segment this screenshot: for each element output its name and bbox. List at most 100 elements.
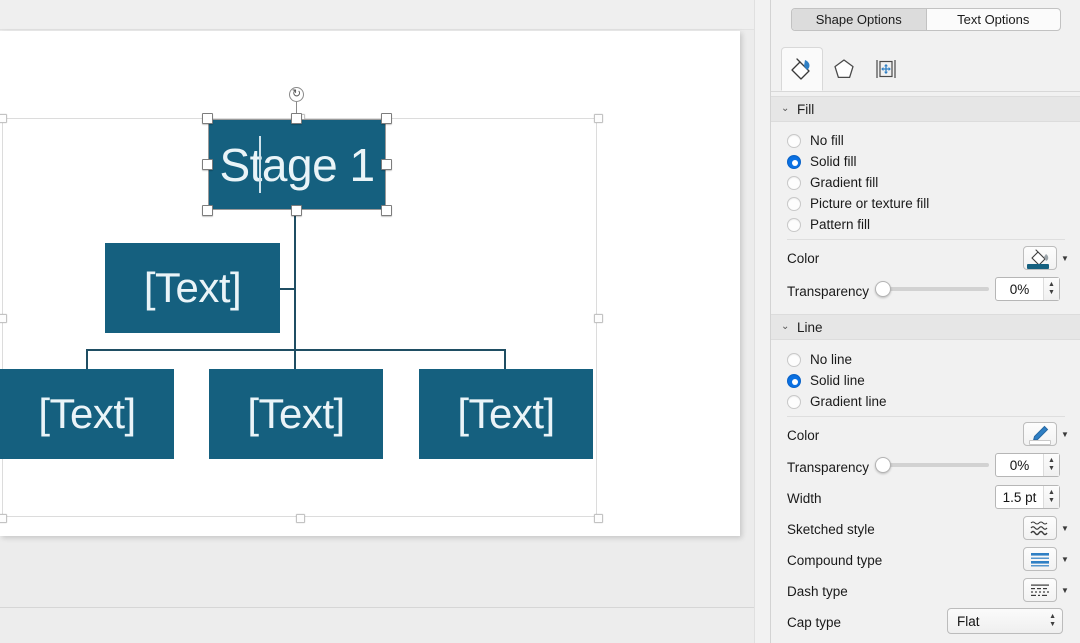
diagram-node-level3-text-1[interactable]: [Text] bbox=[0, 369, 174, 459]
tab-label: Shape Options bbox=[815, 11, 902, 27]
line-transparency-spinbox[interactable]: 0% ▲ ▼ bbox=[995, 453, 1060, 477]
radio-button[interactable] bbox=[787, 373, 801, 388]
rotate-icon[interactable]: ↻ bbox=[289, 87, 304, 102]
line-option-no-line[interactable]: No line bbox=[771, 349, 1080, 370]
option-label: Solid line bbox=[810, 373, 865, 388]
tab-label: Text Options bbox=[957, 11, 1030, 27]
fill-option-pattern-fill[interactable]: Pattern fill bbox=[771, 214, 1080, 235]
radio-button[interactable] bbox=[787, 196, 801, 211]
group-handle-top-left[interactable] bbox=[0, 114, 7, 123]
option-label: Pattern fill bbox=[810, 217, 871, 232]
group-handle-top-right[interactable] bbox=[594, 114, 603, 123]
group-handle-bottom-right[interactable] bbox=[594, 514, 603, 523]
selection-border bbox=[208, 119, 386, 210]
slide-canvas[interactable]: Stage 1 [Text] [Text] [Text] [Text] ↻ bbox=[0, 31, 740, 536]
radio-button[interactable] bbox=[787, 175, 801, 190]
shape-handle-bottom-left[interactable] bbox=[202, 205, 213, 216]
stepper-up-icon[interactable]: ▲ bbox=[1049, 613, 1056, 621]
fill-option-picture-or-texture-fill[interactable]: Picture or texture fill bbox=[771, 193, 1080, 214]
compound-type-dropdown-arrow[interactable]: ▼ bbox=[1059, 547, 1071, 571]
line-width-spinbox[interactable]: 1.5 pt ▲ ▼ bbox=[995, 485, 1060, 509]
option-label: Solid fill bbox=[810, 154, 857, 169]
line-width-stepper[interactable]: ▲ ▼ bbox=[1043, 486, 1059, 508]
diagram-node-level3-text-2[interactable]: [Text] bbox=[209, 369, 383, 459]
shape-handle-top-center[interactable] bbox=[291, 113, 302, 124]
dash-type-button[interactable] bbox=[1023, 578, 1057, 602]
option-label: No line bbox=[810, 352, 853, 367]
size-and-properties-icon[interactable] bbox=[865, 47, 907, 91]
stepper-down-icon[interactable]: ▼ bbox=[1048, 497, 1055, 505]
tab-shape-options[interactable]: Shape Options bbox=[792, 8, 926, 30]
diagram-node-label: [Text] bbox=[38, 390, 136, 437]
radio-button[interactable] bbox=[787, 217, 801, 232]
fill-option-solid-fill[interactable]: Solid fill bbox=[771, 151, 1080, 172]
fill-option-gradient-fill[interactable]: Gradient fill bbox=[771, 172, 1080, 193]
fill-color-dropdown-arrow[interactable]: ▼ bbox=[1059, 246, 1071, 270]
line-transparency-stepper[interactable]: ▲ ▼ bbox=[1043, 454, 1059, 476]
sketched-style-dropdown-arrow[interactable]: ▼ bbox=[1059, 516, 1071, 540]
fill-transparency-value: 0% bbox=[1009, 281, 1030, 297]
shape-handle-top-left[interactable] bbox=[202, 113, 213, 124]
diagram-node-label: [Text] bbox=[143, 264, 242, 311]
group-handle-bottom-center[interactable] bbox=[296, 514, 305, 523]
diagram-node-level3-text-3[interactable]: [Text] bbox=[419, 369, 593, 459]
stepper-down-icon[interactable]: ▼ bbox=[1049, 621, 1056, 629]
sketched-style-button[interactable] bbox=[1023, 516, 1057, 540]
stepper-down-icon[interactable]: ▼ bbox=[1048, 465, 1055, 473]
fill-transparency-slider-track[interactable] bbox=[879, 287, 989, 291]
group-handle-bottom-left[interactable] bbox=[0, 514, 7, 523]
chevron-down-icon: ⌄ bbox=[781, 320, 790, 332]
shape-handle-middle-right[interactable] bbox=[381, 159, 392, 170]
shape-handle-middle-left[interactable] bbox=[202, 159, 213, 170]
diagram-node-label: [Text] bbox=[247, 390, 345, 437]
compound-type-label: Compound type bbox=[787, 552, 883, 568]
cap-type-stepper-icon[interactable]: ▲ ▼ bbox=[1049, 613, 1056, 629]
effects-icon[interactable] bbox=[823, 47, 865, 91]
group-handle-middle-right[interactable] bbox=[594, 314, 603, 323]
cap-type-select[interactable]: Flat ▲ ▼ bbox=[947, 608, 1063, 634]
group-handle-middle-left[interactable] bbox=[0, 314, 7, 323]
fill-option-no-fill[interactable]: No fill bbox=[771, 130, 1080, 151]
line-color-dropdown-arrow[interactable]: ▼ bbox=[1059, 422, 1071, 446]
diagram-node-level2-text[interactable]: [Text] bbox=[105, 243, 280, 333]
stepper-up-icon[interactable]: ▲ bbox=[1048, 457, 1055, 465]
radio-button[interactable] bbox=[787, 133, 801, 148]
line-option-gradient-line[interactable]: Gradient line bbox=[771, 391, 1080, 412]
fill-transparency-label: Transparency bbox=[787, 283, 870, 299]
shape-handle-bottom-right[interactable] bbox=[381, 205, 392, 216]
fill-transparency-slider-knob[interactable] bbox=[875, 281, 891, 297]
shape-handle-top-right[interactable] bbox=[381, 113, 392, 124]
line-transparency-label: Transparency bbox=[787, 459, 870, 475]
fill-section-header[interactable]: ⌄ Fill bbox=[771, 96, 1080, 122]
document-area: Stage 1 [Text] [Text] [Text] [Text] ↻ bbox=[0, 0, 770, 643]
stepper-down-icon[interactable]: ▼ bbox=[1048, 289, 1055, 297]
chevron-down-icon: ⌄ bbox=[781, 102, 790, 114]
fill-and-line-icon[interactable] bbox=[781, 47, 823, 91]
dash-type-dropdown-arrow[interactable]: ▼ bbox=[1059, 578, 1071, 602]
status-bar bbox=[0, 608, 770, 643]
line-section-title: Line bbox=[797, 319, 823, 335]
radio-button[interactable] bbox=[787, 154, 801, 169]
line-transparency-slider-track[interactable] bbox=[879, 463, 989, 467]
shape-handle-bottom-center[interactable] bbox=[291, 205, 302, 216]
fill-color-swatch bbox=[1027, 264, 1049, 269]
radio-button[interactable] bbox=[787, 352, 801, 367]
tab-text-options[interactable]: Text Options bbox=[925, 8, 1061, 30]
line-section-header[interactable]: ⌄ Line bbox=[771, 314, 1080, 340]
line-option-solid-line[interactable]: Solid line bbox=[771, 370, 1080, 391]
line-transparency-slider-knob[interactable] bbox=[875, 457, 891, 473]
radio-button[interactable] bbox=[787, 394, 801, 409]
diagram-node-label: [Text] bbox=[457, 390, 555, 437]
shape-selection-stage-1[interactable]: ↻ bbox=[202, 87, 392, 216]
fill-transparency-stepper[interactable]: ▲ ▼ bbox=[1043, 278, 1059, 300]
fill-divider bbox=[787, 239, 1065, 240]
compound-type-button[interactable] bbox=[1023, 547, 1057, 571]
fill-transparency-spinbox[interactable]: 0% ▲ ▼ bbox=[995, 277, 1060, 301]
cap-type-value: Flat bbox=[957, 613, 980, 629]
document-right-edge bbox=[754, 0, 770, 643]
sketched-style-label: Sketched style bbox=[787, 521, 875, 537]
stepper-up-icon[interactable]: ▲ bbox=[1048, 281, 1055, 289]
line-color-swatch bbox=[1029, 440, 1051, 445]
stepper-up-icon[interactable]: ▲ bbox=[1048, 489, 1055, 497]
option-label: Gradient fill bbox=[810, 175, 879, 190]
